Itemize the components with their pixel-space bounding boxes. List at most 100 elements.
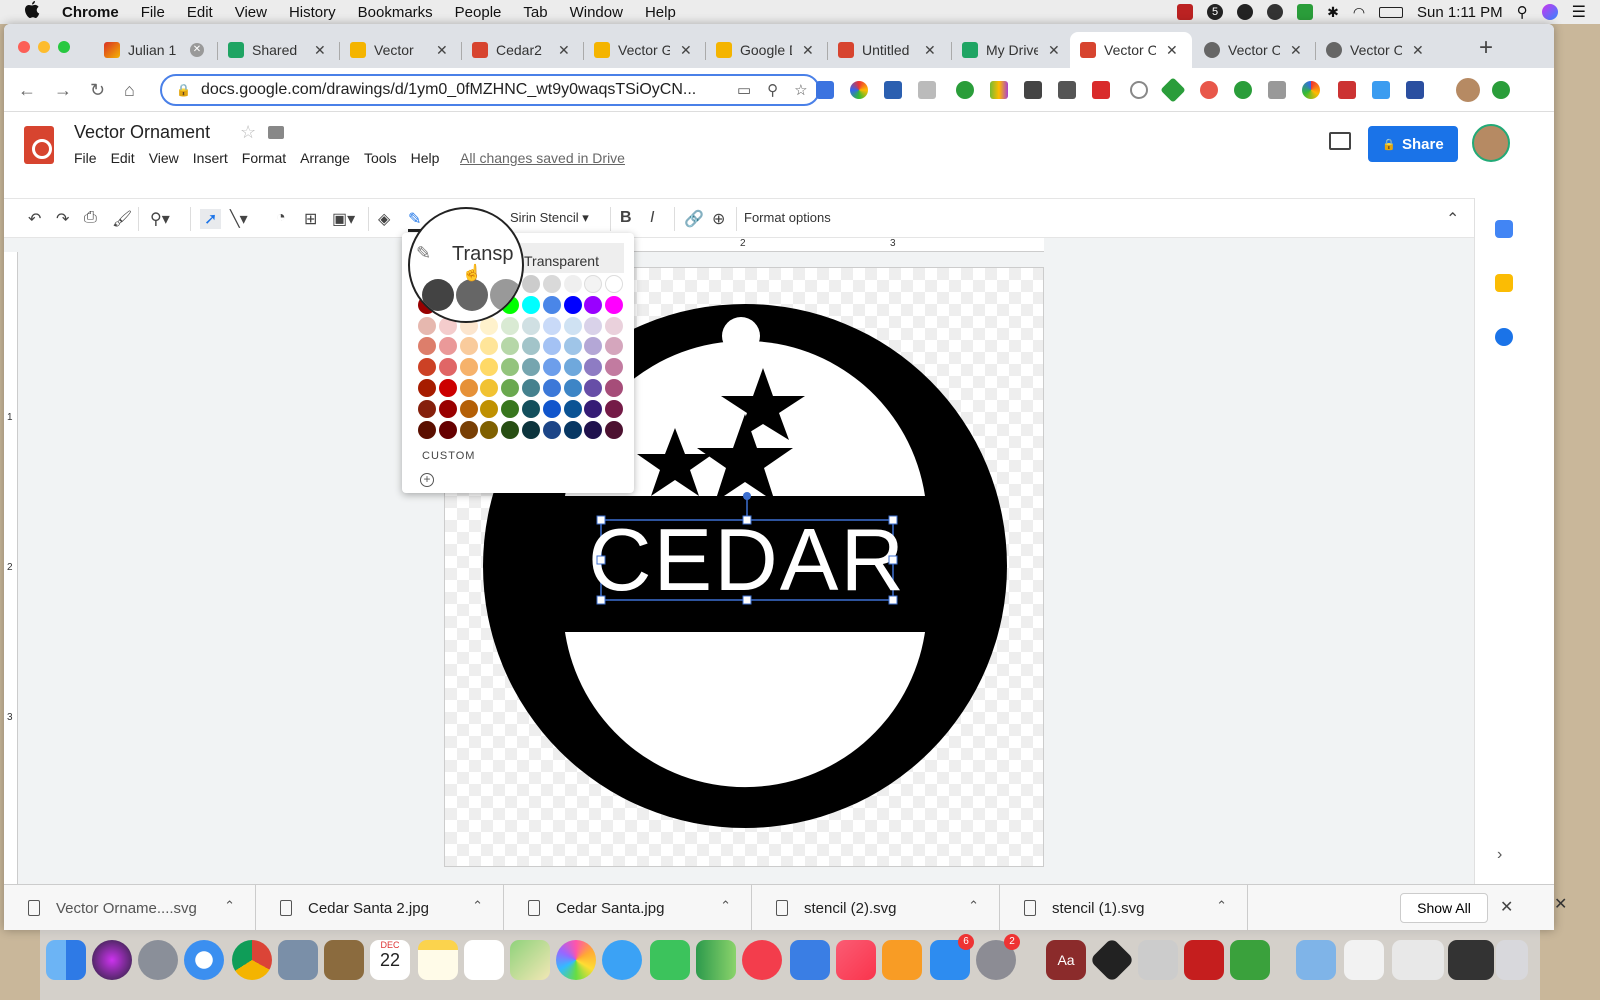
save-status[interactable]: All changes saved in Drive [460, 150, 625, 166]
color-swatch[interactable] [605, 379, 624, 397]
collapse-toolbar-icon[interactable]: ⌃ [1446, 209, 1459, 229]
color-swatch[interactable] [605, 399, 624, 418]
new-tab-button[interactable]: + [1479, 34, 1493, 62]
camtasia-icon[interactable] [1297, 4, 1314, 20]
color-swatch[interactable] [418, 358, 436, 377]
menu-tab[interactable]: Tab [523, 4, 547, 21]
color-swatch[interactable] [605, 275, 624, 293]
recording-icon[interactable] [1177, 4, 1194, 20]
close-tab-icon[interactable]: ✕ [190, 43, 204, 57]
facetime-icon[interactable] [650, 940, 690, 980]
books-icon[interactable] [882, 940, 922, 980]
color-swatch[interactable] [584, 399, 603, 418]
camtasia-icon[interactable] [1230, 940, 1270, 980]
color-swatch[interactable] [522, 379, 540, 397]
color-swatch[interactable] [584, 316, 603, 335]
menu-bookmarks[interactable]: Bookmarks [358, 4, 433, 21]
color-swatch[interactable] [605, 358, 624, 377]
app-menu-edit[interactable]: Edit [111, 150, 135, 166]
reminders-icon[interactable] [464, 940, 504, 980]
drawings-logo-icon[interactable] [24, 126, 54, 164]
numbers-icon[interactable] [696, 940, 736, 980]
app-menu-arrange[interactable]: Arrange [300, 150, 350, 166]
font-select[interactable]: Sirin Stencil ▾ [510, 210, 589, 226]
color-swatch[interactable] [542, 358, 561, 377]
app-menu-view[interactable]: View [149, 150, 179, 166]
download-item[interactable]: stencil (2).svg ⌃ [752, 885, 1000, 930]
bold-icon[interactable]: B [620, 209, 632, 227]
color-swatch[interactable] [542, 295, 561, 314]
fill-color-icon[interactable]: ◈ [378, 209, 390, 229]
color-swatch[interactable] [480, 420, 499, 439]
italic-icon[interactable]: I [650, 209, 654, 227]
color-swatch[interactable] [459, 337, 478, 356]
color-swatch[interactable] [563, 337, 582, 356]
add-comment-icon[interactable]: ⊕ [712, 209, 725, 229]
color-swatch[interactable] [438, 337, 457, 356]
color-swatch[interactable] [480, 358, 499, 377]
siri-icon[interactable] [1541, 4, 1558, 20]
close-tab-icon[interactable]: ✕ [436, 42, 448, 59]
close-icon[interactable]: ✕ [1554, 894, 1567, 914]
color-swatch[interactable] [563, 316, 582, 335]
browser-tab[interactable]: Vector O ✕ [1194, 32, 1314, 68]
color-swatch[interactable] [584, 295, 603, 314]
extension-icon[interactable] [1372, 81, 1390, 99]
extension-icon[interactable] [1492, 81, 1510, 99]
extension-icon[interactable] [1268, 81, 1286, 99]
color-swatch[interactable] [418, 420, 436, 439]
music-icon[interactable] [836, 940, 876, 980]
color-swatch[interactable] [522, 295, 540, 314]
rotate-handle[interactable] [743, 492, 751, 500]
reload-icon[interactable]: ↻ [90, 80, 105, 101]
menu-window[interactable]: Window [570, 4, 623, 21]
skype-icon[interactable] [1267, 4, 1284, 20]
acrobat-icon[interactable] [1184, 940, 1224, 980]
show-all-downloads-button[interactable]: Show All [1400, 893, 1488, 923]
menu-people[interactable]: People [455, 4, 502, 21]
color-swatch[interactable] [542, 399, 561, 418]
select-icon[interactable]: ➚ [200, 209, 222, 229]
color-swatch[interactable] [605, 316, 624, 335]
close-tab-icon[interactable]: ✕ [1290, 42, 1302, 59]
notes-icon[interactable] [418, 940, 458, 980]
extension-icon[interactable] [1406, 81, 1424, 99]
chevron-up-icon[interactable]: ⌃ [720, 898, 731, 914]
color-swatch[interactable] [584, 337, 603, 356]
color-swatch[interactable] [522, 316, 540, 335]
tasks-icon[interactable] [1495, 328, 1513, 346]
color-swatch[interactable] [522, 275, 540, 293]
resize-handle[interactable] [596, 515, 606, 525]
extension-icon[interactable] [918, 81, 936, 99]
close-downloads-icon[interactable]: ✕ [1500, 897, 1513, 917]
color-swatch[interactable] [459, 420, 478, 439]
browser-tab[interactable]: Julian 1 ✕ [94, 32, 216, 68]
document-stack-icon[interactable] [1344, 940, 1384, 980]
color-swatch[interactable] [522, 337, 540, 356]
color-swatch[interactable] [501, 316, 520, 335]
browser-tab-active[interactable]: Vector O ✕ [1070, 32, 1192, 68]
close-tab-icon[interactable]: ✕ [314, 42, 326, 59]
trash-icon[interactable] [1496, 940, 1528, 980]
shape-icon[interactable]: ◔ [276, 209, 286, 227]
comment-icon[interactable] [1329, 132, 1351, 150]
color-swatch[interactable] [563, 358, 582, 377]
download-item[interactable]: Vector Orname....svg ⌃ [4, 885, 256, 930]
color-swatch[interactable] [584, 379, 603, 397]
chevron-up-icon[interactable]: ⌃ [1216, 898, 1227, 914]
safari-icon[interactable] [184, 940, 224, 980]
ornament-hang-hole[interactable] [722, 317, 760, 355]
color-swatch[interactable] [438, 379, 457, 397]
extension-icon[interactable] [1058, 81, 1076, 99]
print-icon[interactable]: ⎙ [84, 209, 97, 227]
color-swatch[interactable] [605, 420, 624, 439]
color-swatch[interactable] [480, 379, 499, 397]
browser-tab[interactable]: My Drive ✕ [952, 32, 1068, 68]
color-swatch[interactable] [501, 420, 520, 439]
resize-handle[interactable] [888, 515, 898, 525]
expand-panel-icon[interactable]: › [1497, 846, 1502, 864]
browser-tab[interactable]: Vector G ✕ [584, 32, 704, 68]
keep-icon[interactable] [1495, 274, 1513, 292]
siri-icon[interactable] [92, 940, 132, 980]
apple-icon[interactable] [24, 0, 44, 24]
